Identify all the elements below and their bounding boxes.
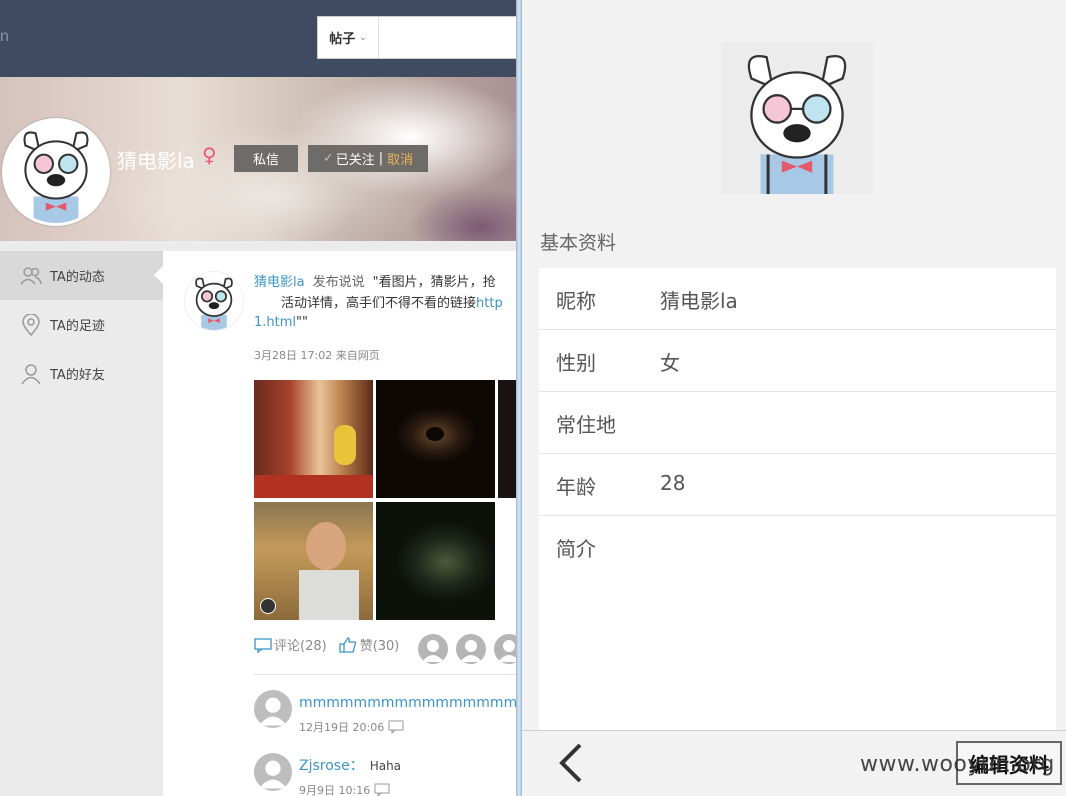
post-timestamp: 3月28日 17:02 来自网页 [254, 349, 380, 362]
comment-item: Zjsrose： Haha [299, 755, 401, 775]
desktop-profile-page: n 帖子 ⌄ 猜电影la ♀ 私信 ✓ 已关注 | 取消 TA的动态 TA的足迹… [0, 0, 520, 796]
info-row-bio: 简介 [539, 516, 1056, 577]
info-key: 简介 [556, 537, 596, 561]
post-header: 猜电影la 发布说说 "看图片，猜影片，抢 [254, 272, 520, 293]
comment-timestamp-row: 9月9日 10:16 [299, 782, 390, 796]
profile-avatar-large[interactable] [721, 42, 873, 194]
post-close-quotes: "" [296, 315, 308, 330]
female-icon: ♀ [202, 143, 217, 167]
post-author-avatar[interactable] [184, 271, 244, 331]
post-text-line1: "看图片，猜影片，抢 [372, 275, 496, 290]
info-key: 常住地 [556, 413, 616, 437]
post-photo[interactable] [376, 380, 495, 498]
like-count-label: 赞(30) [359, 639, 400, 654]
liker-avatars [418, 634, 520, 664]
activity-feed: 猜电影la 发布说说 "看图片，猜影片，抢 活动详情，高手们不得不看的链接http … [163, 251, 520, 796]
unfollow-link[interactable]: 取消 [387, 149, 413, 168]
private-message-button[interactable]: 私信 [234, 145, 298, 172]
followed-label: 已关注 [335, 153, 375, 168]
reply-icon[interactable] [374, 783, 390, 796]
comment-text: Haha [369, 759, 402, 773]
post-photo[interactable] [254, 380, 373, 498]
post-text-line3: 1.html"" [254, 315, 308, 330]
comment-item: mmmmmmmmmmmmmmmm： [299, 692, 520, 712]
info-key: 性别 [556, 351, 596, 375]
sidebar-item-activity[interactable]: TA的动态 [0, 251, 164, 300]
comment-timestamp-row: 12月19日 20:06 [299, 719, 404, 735]
thumbs-up-icon [339, 636, 356, 653]
post-text-line2: 活动详情，高手们不得不看的链接http [281, 293, 520, 314]
comment-time: 12月19日 20:06 [299, 721, 385, 734]
back-button[interactable] [552, 741, 592, 785]
search-box[interactable]: 帖子 ⌄ [317, 16, 520, 59]
basic-info-title: 基本资料 [540, 232, 617, 254]
site-logo[interactable]: n [0, 28, 9, 46]
profile-name: 猜电影la [117, 149, 195, 173]
info-row-residence: 常住地 [539, 392, 1056, 454]
post-link-suffix[interactable]: 1.html [254, 315, 296, 330]
divider [254, 674, 520, 675]
follow-status-button[interactable]: ✓ 已关注 | 取消 [308, 145, 428, 172]
info-row-age: 年龄 28 [539, 454, 1056, 516]
info-row-nickname: 昵称 猜电影la [539, 268, 1056, 330]
like-button[interactable]: 赞(30) [339, 635, 400, 654]
sidebar-item-label: TA的动态 [50, 270, 105, 285]
info-value: 女 [660, 351, 680, 375]
liker-avatar[interactable] [418, 634, 448, 664]
sidebar-item-footprints[interactable]: TA的足迹 [0, 300, 163, 349]
mobile-profile-page: 基本资料 昵称 猜电影la 性别 女 常住地 年龄 28 简介 编辑资料 [522, 0, 1066, 796]
post-photo[interactable] [254, 502, 373, 620]
liker-avatar[interactable] [456, 634, 486, 664]
commenter-name[interactable]: mmmmmmmmmmmmmmmm： [299, 695, 520, 711]
person-icon [21, 363, 41, 384]
follow-separator: | [378, 151, 384, 166]
commenter-avatar[interactable] [254, 753, 292, 791]
post-author-link[interactable]: 猜电影la [254, 275, 305, 290]
post-link[interactable]: http [476, 296, 503, 311]
profile-avatar[interactable] [2, 118, 110, 226]
comment-button[interactable]: 评论(28) [254, 635, 327, 654]
watermark: www.wooyun.org [860, 752, 1055, 777]
reply-icon[interactable] [388, 720, 404, 734]
info-key: 年龄 [556, 475, 596, 499]
comment-icon [254, 637, 272, 653]
info-key: 昵称 [556, 289, 596, 313]
profile-sidebar: TA的动态 TA的足迹 TA的好友 [0, 251, 164, 398]
chevron-left-icon [559, 743, 582, 783]
commenter-avatar[interactable] [254, 690, 292, 728]
search-type-dropdown[interactable]: 帖子 ⌄ [318, 17, 379, 58]
top-navbar: n 帖子 ⌄ [0, 0, 520, 77]
sidebar-item-label: TA的好友 [50, 368, 105, 383]
post-text: 活动详情，高手们不得不看的链接 [281, 296, 477, 311]
people-icon [20, 266, 42, 284]
check-icon: ✓ [322, 151, 334, 166]
comment-count-label: 评论(28) [274, 639, 327, 654]
post-actions: 评论(28) 赞(30) [254, 635, 399, 654]
sidebar-item-friends[interactable]: TA的好友 [0, 349, 163, 398]
post-photo[interactable] [376, 502, 495, 620]
sidebar-item-label: TA的足迹 [50, 319, 105, 334]
info-row-gender: 性别 女 [539, 330, 1056, 392]
basic-info-card: 昵称 猜电影la 性别 女 常住地 年龄 28 简介 [539, 268, 1056, 730]
info-value: 猜电影la [660, 289, 738, 313]
info-value: 28 [660, 471, 686, 495]
post-verb: 发布说说 [312, 275, 365, 290]
comment-time: 9月9日 10:16 [299, 784, 371, 796]
commenter-name[interactable]: Zjsrose： [299, 758, 364, 774]
location-pin-icon [22, 313, 40, 336]
chevron-down-icon: ⌄ [359, 32, 367, 43]
search-type-label: 帖子 [329, 32, 356, 47]
